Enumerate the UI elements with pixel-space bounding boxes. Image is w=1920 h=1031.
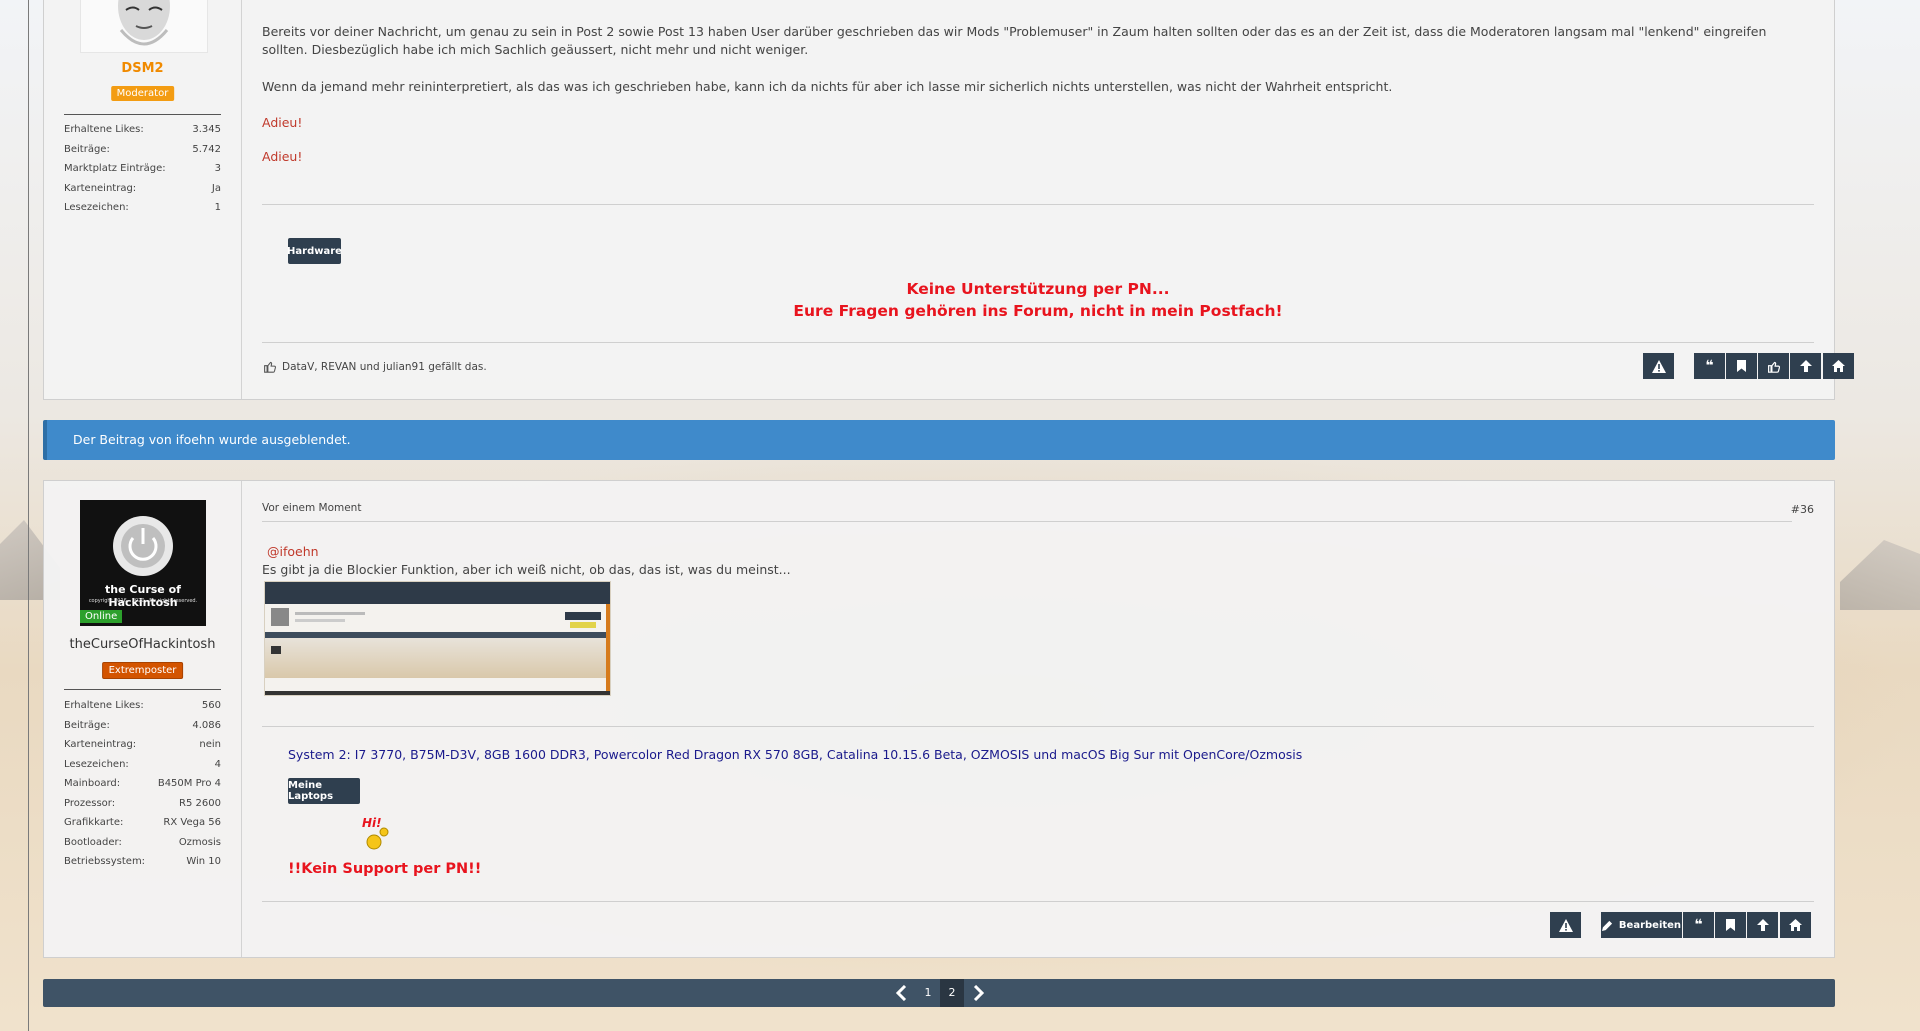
rank-badge: Moderator bbox=[110, 86, 175, 101]
stat-row: Karteneintrag: nein bbox=[64, 739, 221, 750]
avatar-copyright: copyright 2016 - 2020 . No rights reserv… bbox=[88, 598, 198, 604]
chevron-left-icon bbox=[895, 984, 907, 1002]
home-icon bbox=[1789, 919, 1802, 931]
post-paragraph: Bereits vor deiner Nachricht, um genau z… bbox=[262, 24, 1767, 57]
user-mention[interactable]: @ifoehn bbox=[267, 544, 319, 559]
thumbs-up-icon bbox=[1768, 361, 1780, 373]
stat-row: Bootloader: Ozmosis bbox=[64, 836, 221, 848]
stats-divider bbox=[64, 689, 221, 690]
post-content: Vor einem Moment #36 @ifoehn Es gibt ja … bbox=[262, 481, 1814, 957]
left-border-line bbox=[28, 0, 29, 1031]
stat-row: Lesezeichen: 4 bbox=[64, 758, 221, 770]
attached-screenshot[interactable] bbox=[264, 581, 611, 696]
bookmark-icon bbox=[1726, 919, 1735, 931]
warning-icon bbox=[1651, 359, 1666, 373]
quote-button[interactable]: ❝ bbox=[1683, 912, 1714, 938]
header-divider bbox=[262, 521, 1792, 522]
post-text: Es gibt ja die Blockier Funktion, aber i… bbox=[262, 562, 791, 577]
footer-divider bbox=[262, 342, 1814, 343]
username-text[interactable]: DSM2 bbox=[121, 61, 163, 76]
report-button[interactable] bbox=[1550, 912, 1581, 938]
home-icon bbox=[1832, 360, 1845, 372]
like-button[interactable] bbox=[1758, 353, 1789, 379]
closing-text: Adieu! bbox=[262, 149, 303, 164]
system-line: System 2: I7 3770, B75M-D3V, 8GB 1600 DD… bbox=[288, 747, 1303, 762]
stat-row: Lesezeichen: 1 bbox=[64, 202, 221, 213]
scroll-top-button[interactable] bbox=[1747, 912, 1778, 938]
likes-text[interactable]: DataV, REVAN und julian91 gefällt das. bbox=[282, 361, 487, 373]
post-paragraph: Wenn da jemand mehr reininterpretiert, a… bbox=[262, 79, 1393, 94]
post-actions: Bearbeiten ❝ bbox=[1601, 912, 1844, 938]
next-page-button[interactable] bbox=[966, 979, 990, 1007]
edit-button[interactable]: Bearbeiten bbox=[1601, 912, 1682, 938]
username-text[interactable]: theCurseOfHackintosh bbox=[70, 637, 216, 652]
quote-icon: ❝ bbox=[1694, 917, 1703, 933]
bookmark-button[interactable] bbox=[1715, 912, 1746, 938]
post-number[interactable]: #36 bbox=[1791, 503, 1814, 516]
online-badge: Online bbox=[80, 610, 123, 623]
arrow-up-icon bbox=[1756, 919, 1769, 931]
post-actions: ❝ bbox=[1694, 353, 1854, 379]
post-body: Bereits vor deiner Nachricht, um genau z… bbox=[262, 23, 1814, 164]
rank-badge: Extremposter bbox=[101, 662, 184, 679]
stat-row: Beiträge: 4.086 bbox=[64, 719, 221, 731]
post-thecurseofhackintosh: the Curse of Hackintosh copyright 2016 -… bbox=[43, 480, 1835, 958]
closing-text: Adieu! bbox=[262, 115, 303, 130]
pagination-bar: 1 2 bbox=[43, 979, 1835, 1007]
no-support-text: !!Kein Support per PN!! bbox=[288, 861, 482, 877]
hardware-button[interactable]: Hardware bbox=[287, 238, 342, 264]
post-user-sidebar: the Curse of Hackintosh copyright 2016 -… bbox=[44, 481, 242, 957]
user-stats: Erhaltene Likes: 3.345 Beiträge: 5.742 Mar… bbox=[64, 120, 221, 218]
avatar[interactable]: the Curse of Hackintosh copyright 2016 -… bbox=[80, 500, 206, 626]
home-button[interactable] bbox=[1823, 353, 1854, 379]
stat-row: Prozessor: R5 2600 bbox=[64, 797, 221, 809]
warning-icon bbox=[1558, 918, 1573, 932]
stat-row: Betriebssystem: Win 10 bbox=[64, 856, 221, 867]
user-stats: Erhaltene Likes: 560 Beiträge: 4.086 Karte… bbox=[64, 696, 221, 872]
quote-icon: ❝ bbox=[1705, 358, 1714, 374]
signature-divider bbox=[262, 204, 1814, 205]
username[interactable]: DSM2 bbox=[44, 61, 241, 76]
quote-button[interactable]: ❝ bbox=[1694, 353, 1725, 379]
stats-divider bbox=[64, 114, 221, 115]
likes-summary: DataV, REVAN und julian91 gefällt das. bbox=[263, 360, 487, 373]
home-button[interactable] bbox=[1780, 912, 1811, 938]
stat-row: Erhaltene Likes: 3.345 bbox=[64, 124, 221, 135]
avatar-face-icon bbox=[81, 0, 207, 52]
bookmark-icon bbox=[1737, 360, 1746, 372]
report-button[interactable] bbox=[1643, 353, 1674, 379]
page-link-1[interactable]: 1 bbox=[916, 979, 940, 1007]
avatar-caption: the Curse of Hackintosh bbox=[105, 583, 181, 609]
signature-line: Eure Fragen gehören ins Forum, nicht in … bbox=[793, 302, 1283, 320]
stat-row: Marktplatz Einträge: 3 bbox=[64, 163, 221, 174]
stat-row: Karteneintrag: Ja bbox=[64, 182, 221, 194]
page-link-2-current[interactable]: 2 bbox=[940, 979, 964, 1007]
chevron-right-icon bbox=[973, 984, 985, 1002]
stat-row: Beiträge: 5.742 bbox=[64, 143, 221, 155]
stat-row: Grafikkarte: RX Vega 56 bbox=[64, 817, 221, 828]
arrow-up-icon bbox=[1799, 360, 1812, 372]
post-content: Bereits vor deiner Nachricht, um genau z… bbox=[262, 0, 1854, 399]
username[interactable]: theCurseOfHackintosh bbox=[44, 637, 241, 652]
post-time[interactable]: Vor einem Moment bbox=[262, 502, 361, 514]
avatar[interactable] bbox=[80, 0, 208, 53]
stat-row: Erhaltene Likes: 560 bbox=[64, 700, 221, 711]
signature-line: Keine Unterstützung per PN... bbox=[906, 280, 1170, 298]
hi-smiley: Hi! bbox=[362, 816, 396, 852]
smiley-icon bbox=[366, 827, 389, 850]
laptops-button[interactable]: Meine Laptops bbox=[288, 778, 360, 804]
thumbs-up-icon bbox=[264, 361, 276, 373]
hidden-post-notice[interactable]: Der Beitrag von ifoehn wurde ausgeblende… bbox=[43, 420, 1835, 460]
pencil-icon bbox=[1601, 920, 1613, 931]
post-user-sidebar: DSM2 Moderator Erhaltene Likes: 3.345 Bei… bbox=[44, 0, 242, 399]
stat-row: Mainboard: B450M Pro 4 bbox=[64, 778, 221, 789]
post-dsm2: DSM2 Moderator Erhaltene Likes: 3.345 Bei… bbox=[43, 0, 1854, 400]
prev-page-button[interactable] bbox=[890, 979, 914, 1007]
footer-divider bbox=[262, 901, 1814, 902]
edit-label: Bearbeiten bbox=[1618, 919, 1682, 931]
scroll-top-button[interactable] bbox=[1790, 353, 1821, 379]
bookmark-button[interactable] bbox=[1726, 353, 1757, 379]
signature-divider bbox=[262, 726, 1814, 727]
